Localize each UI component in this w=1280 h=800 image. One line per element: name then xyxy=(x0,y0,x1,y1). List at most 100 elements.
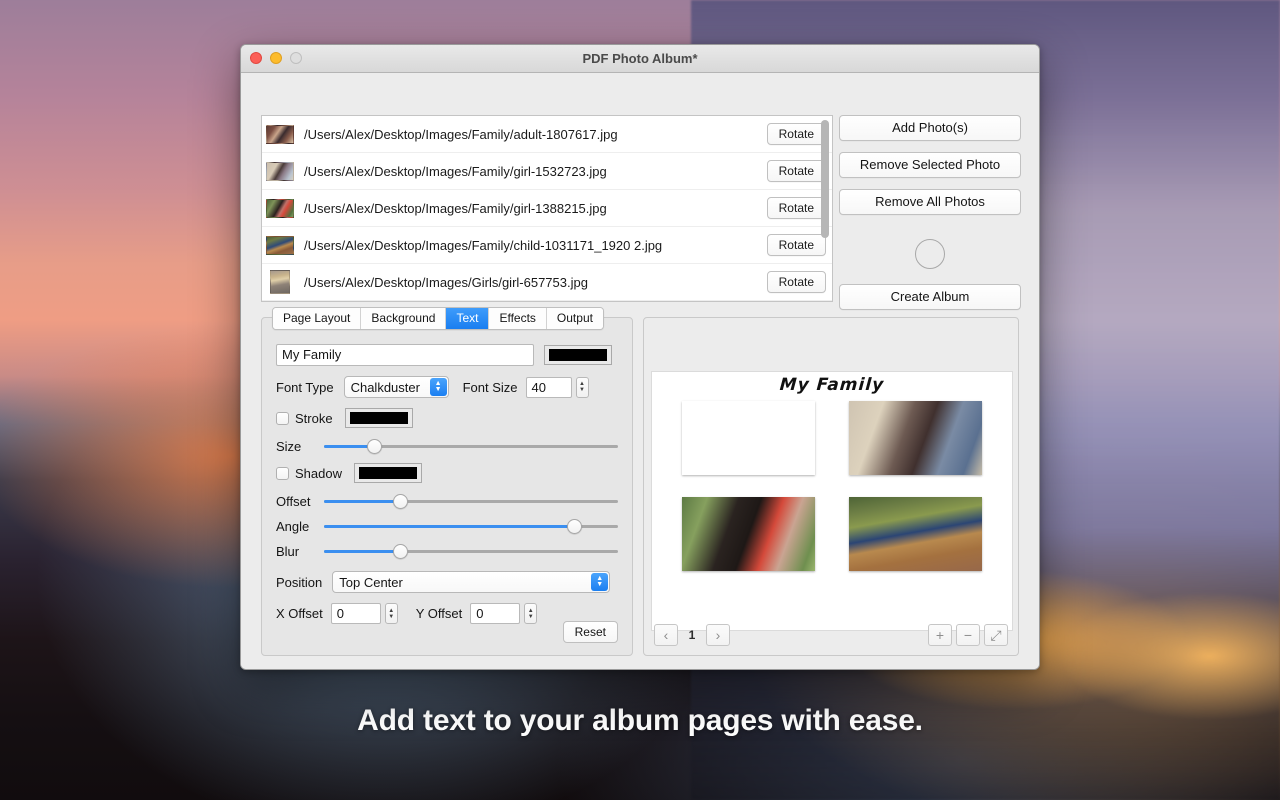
girl-red-flower-photo xyxy=(682,497,815,571)
previous-page-button[interactable]: ‹ xyxy=(654,624,678,646)
window-body: /Users/Alex/Desktop/Images/Family/adult-… xyxy=(241,73,1039,669)
slider-fill xyxy=(324,550,401,553)
photo-actions-panel: Add Photo(s) Remove Selected Photo Remov… xyxy=(839,115,1021,310)
rotate-button[interactable]: Rotate xyxy=(766,197,826,219)
photo-thumbnail xyxy=(266,198,294,218)
zoom-in-button[interactable]: + xyxy=(928,624,952,646)
file-path-label: /Users/Alex/Desktop/Images/Family/girl-1… xyxy=(304,200,607,216)
slider-fill xyxy=(324,525,574,528)
photo-thumbnail xyxy=(266,124,294,144)
window-titlebar[interactable]: PDF Photo Album* xyxy=(241,45,1039,73)
list-item[interactable]: /Users/Alex/Desktop/Images/Girls/girl-65… xyxy=(262,264,832,301)
x-offset-input[interactable]: 0 xyxy=(330,603,381,624)
preview-toolbar: ‹ 1 › + − ⤢ xyxy=(654,623,1008,647)
size-slider[interactable] xyxy=(324,438,618,454)
rotate-button[interactable]: Rotate xyxy=(766,271,826,293)
minimize-window-button[interactable] xyxy=(270,52,282,64)
text-settings-panel: Page Layout Background Text Effects Outp… xyxy=(261,307,633,656)
tab-background[interactable]: Background xyxy=(361,308,447,329)
file-path-label: /Users/Alex/Desktop/Images/Girls/girl-65… xyxy=(304,274,588,290)
girl-field-photo xyxy=(849,401,982,475)
angle-slider[interactable] xyxy=(324,518,618,534)
tab-output[interactable]: Output xyxy=(546,308,603,329)
shadow-color-swatch xyxy=(358,467,417,479)
album-page-title: My Family xyxy=(779,375,885,395)
child-autumn-photo xyxy=(849,497,982,571)
x-offset-stepper[interactable]: ▲ ▼ xyxy=(384,603,398,624)
zoom-window-button[interactable] xyxy=(290,52,302,64)
next-page-button[interactable]: › xyxy=(706,624,730,646)
y-offset-input[interactable]: 0 xyxy=(470,603,521,624)
window-title: PDF Photo Album* xyxy=(582,51,698,66)
stroke-color-swatch xyxy=(349,412,408,424)
marketing-caption: Add text to your album pages with ease. xyxy=(357,704,923,737)
tab-text[interactable]: Text xyxy=(446,308,490,329)
album-photo-grid xyxy=(652,401,1012,571)
rotate-button[interactable]: Rotate xyxy=(766,160,826,182)
slider-fill xyxy=(324,500,401,503)
bottom-split: Page Layout Background Text Effects Outp… xyxy=(261,307,1019,656)
album-page: My Family xyxy=(652,372,1012,630)
tab-page-layout[interactable]: Page Layout xyxy=(273,308,362,329)
create-album-button[interactable]: Create Album xyxy=(839,284,1021,310)
font-type-label: Font Type xyxy=(276,379,334,395)
chevron-updown-icon[interactable]: ▲ ▼ xyxy=(591,573,609,591)
list-item[interactable]: /Users/Alex/Desktop/Images/Family/child-… xyxy=(262,227,832,264)
file-path-label: /Users/Alex/Desktop/Images/Family/child-… xyxy=(304,237,663,253)
slider-knob[interactable] xyxy=(366,439,382,454)
photo-thumbnail xyxy=(266,161,294,181)
tab-effects[interactable]: Effects xyxy=(489,308,547,329)
remove-selected-photo-button[interactable]: Remove Selected Photo xyxy=(839,152,1021,178)
shadow-color-well[interactable] xyxy=(353,463,422,483)
shadow-checkbox[interactable] xyxy=(276,466,289,480)
album-preview-panel: My Family ‹ 1 › + − ⤢ xyxy=(643,317,1019,656)
x-offset-label: X Offset xyxy=(276,606,323,621)
position-value: Top Center xyxy=(339,574,403,590)
app-window: PDF Photo Album* /Users/Alex/Desktop/Ima… xyxy=(240,44,1040,670)
page-number-label: 1 xyxy=(688,628,696,642)
stroke-checkbox[interactable] xyxy=(276,411,289,425)
blur-slider[interactable] xyxy=(324,543,618,559)
close-window-button[interactable] xyxy=(250,52,262,64)
font-size-label: Font Size xyxy=(462,379,518,395)
text-color-well[interactable] xyxy=(544,345,612,365)
font-size-stepper[interactable]: ▲ ▼ xyxy=(575,376,589,398)
reset-button[interactable]: Reset xyxy=(562,621,618,643)
size-slider-label: Size xyxy=(276,438,302,454)
text-color-swatch xyxy=(549,349,607,361)
slider-knob[interactable] xyxy=(393,494,409,509)
photo-thumbnail xyxy=(270,270,290,294)
stroke-label: Stroke xyxy=(295,410,333,426)
photo-file-list[interactable]: /Users/Alex/Desktop/Images/Family/adult-… xyxy=(261,115,833,302)
list-item[interactable]: /Users/Alex/Desktop/Images/Family/girl-1… xyxy=(262,153,832,190)
add-photos-button[interactable]: Add Photo(s) xyxy=(839,115,1021,141)
position-label: Position xyxy=(276,574,323,590)
file-list-scrollbar[interactable] xyxy=(821,120,829,299)
stroke-color-well[interactable] xyxy=(344,408,413,428)
scrollbar-thumb[interactable] xyxy=(821,120,829,238)
shadow-label: Shadow xyxy=(295,465,342,481)
angle-slider-label: Angle xyxy=(276,518,310,534)
album-text-input[interactable]: My Family xyxy=(276,344,534,366)
zoom-out-button[interactable]: − xyxy=(956,624,980,646)
offset-slider[interactable] xyxy=(324,493,618,509)
photo-thumbnail xyxy=(266,235,294,255)
rotate-button[interactable]: Rotate xyxy=(766,234,826,256)
file-path-label: /Users/Alex/Desktop/Images/Family/girl-1… xyxy=(304,163,607,179)
remove-all-photos-button[interactable]: Remove All Photos xyxy=(839,189,1021,215)
slider-knob[interactable] xyxy=(566,519,582,534)
settings-tabbar[interactable]: Page Layout Background Text Effects Outp… xyxy=(272,307,604,330)
position-select[interactable]: Top Center ▲ ▼ xyxy=(332,571,611,593)
preview-zoom-controls: + − ⤢ xyxy=(928,624,1008,646)
chevron-updown-icon[interactable]: ▲ ▼ xyxy=(429,378,447,396)
font-size-input[interactable]: 40 xyxy=(525,376,572,398)
font-type-select[interactable]: Chalkduster ▲ ▼ xyxy=(343,376,449,398)
list-item[interactable]: /Users/Alex/Desktop/Images/Family/girl-1… xyxy=(262,190,832,227)
rotate-button[interactable]: Rotate xyxy=(766,123,826,145)
fit-to-window-button[interactable]: ⤢ xyxy=(984,624,1008,646)
list-item[interactable]: /Users/Alex/Desktop/Images/Family/adult-… xyxy=(262,116,832,153)
font-type-value: Chalkduster xyxy=(350,379,420,395)
y-offset-stepper[interactable]: ▲ ▼ xyxy=(524,603,538,624)
offset-slider-label: Offset xyxy=(276,493,311,509)
slider-knob[interactable] xyxy=(393,544,409,559)
